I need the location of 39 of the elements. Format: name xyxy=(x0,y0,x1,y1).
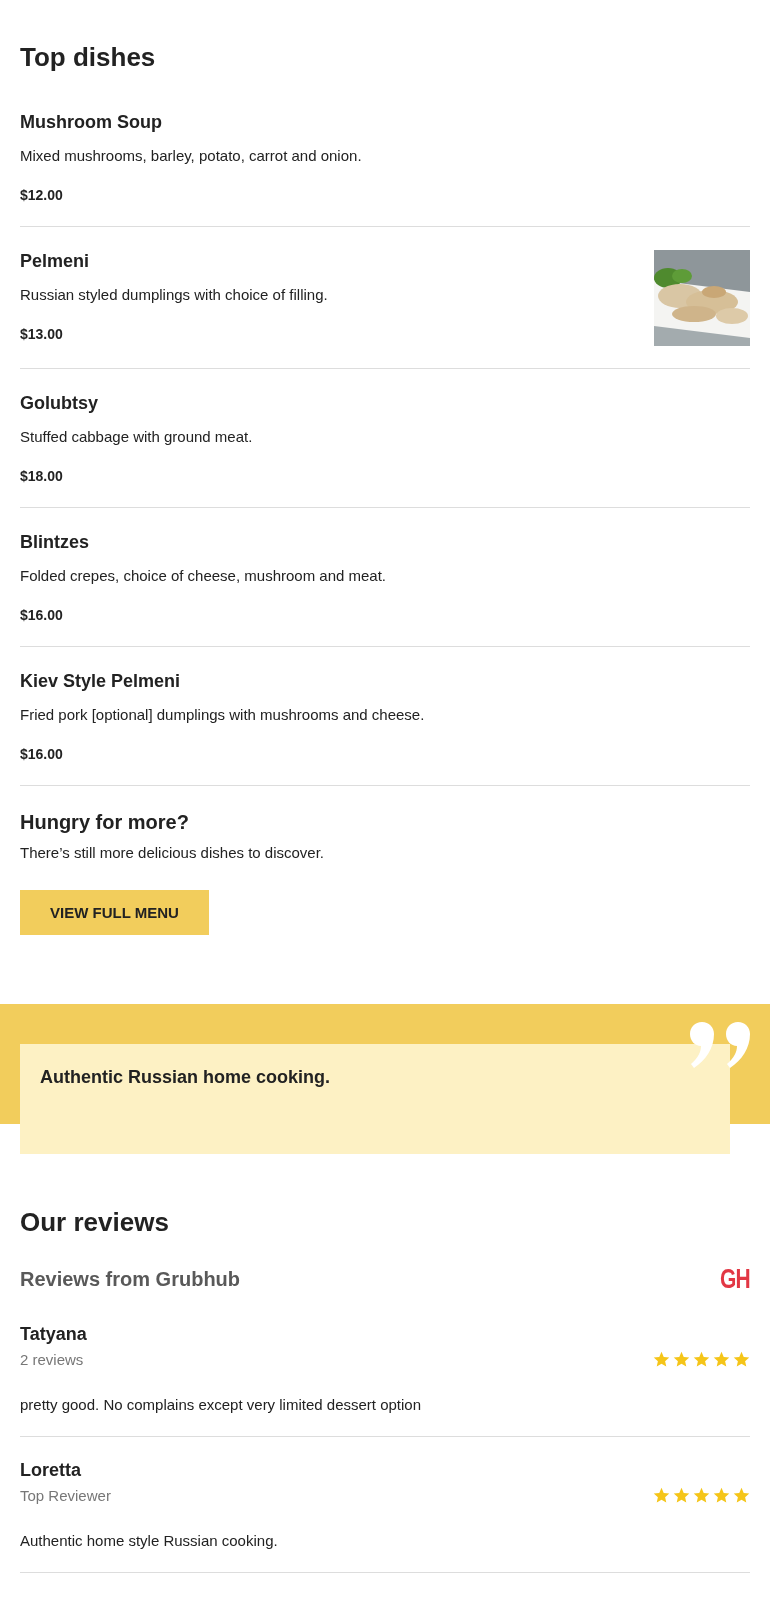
quote-text: Authentic Russian home cooking. xyxy=(40,1066,332,1088)
dish-description: Mixed mushrooms, barley, potato, carrot and onion. xyxy=(20,147,362,165)
dish-price: $16.00 xyxy=(20,606,64,624)
star-icon xyxy=(673,1487,690,1504)
review-text: Authentic home style Russian cooking. xyxy=(20,1532,279,1550)
reviewer-info: 2 reviews xyxy=(20,1351,84,1368)
star-icon xyxy=(693,1351,710,1368)
dish-name: Golubtsy xyxy=(20,392,99,414)
section-title: Top dishes xyxy=(20,41,157,74)
section-text: There’s still more delicious dishes to discover. xyxy=(20,844,326,862)
reviewer-name: Loretta xyxy=(20,1459,82,1481)
dish-name: Pelmeni xyxy=(20,250,91,272)
dish-name: Mushroom Soup xyxy=(20,111,163,133)
reviewer-info: Top Reviewer xyxy=(20,1487,111,1504)
dish-price: $12.00 xyxy=(20,186,64,204)
dish-price: $13.00 xyxy=(20,325,64,343)
dish-description: Stuffed cabbage with ground meat. xyxy=(20,428,253,446)
dish-description: Folded crepes, choice of cheese, mushroom and meat. xyxy=(20,567,387,585)
dish-description: Russian styled dumplings with choice of filling. xyxy=(20,286,328,304)
dish-name: Kiev Style Pelmeni xyxy=(20,670,182,692)
section-title: Our reviews xyxy=(20,1206,170,1239)
review-source: Reviews from Grubhub xyxy=(20,1267,241,1291)
star-icon xyxy=(653,1351,670,1368)
star-icon xyxy=(693,1487,710,1504)
star-icon xyxy=(713,1487,730,1504)
review-text: pretty good. No complains except very limited dessert option xyxy=(20,1396,423,1414)
star-icon xyxy=(673,1351,690,1368)
star-icon xyxy=(733,1351,750,1368)
reviewer-name: Tatyana xyxy=(20,1323,88,1345)
dish-name: Blintzes xyxy=(20,531,90,553)
dish-description: Fried pork [optional] dumplings with mushrooms and cheese. xyxy=(20,706,425,724)
star-icon xyxy=(653,1487,670,1504)
dish-price: $18.00 xyxy=(20,467,64,485)
logo: GH xyxy=(720,1265,750,1293)
view-menu-button[interactable]: VIEW FULL MENU xyxy=(20,890,209,935)
section-title: Hungry for more? xyxy=(20,810,190,834)
star-icon xyxy=(733,1487,750,1504)
dish-price: $16.00 xyxy=(20,745,64,763)
star-icon xyxy=(713,1351,730,1368)
